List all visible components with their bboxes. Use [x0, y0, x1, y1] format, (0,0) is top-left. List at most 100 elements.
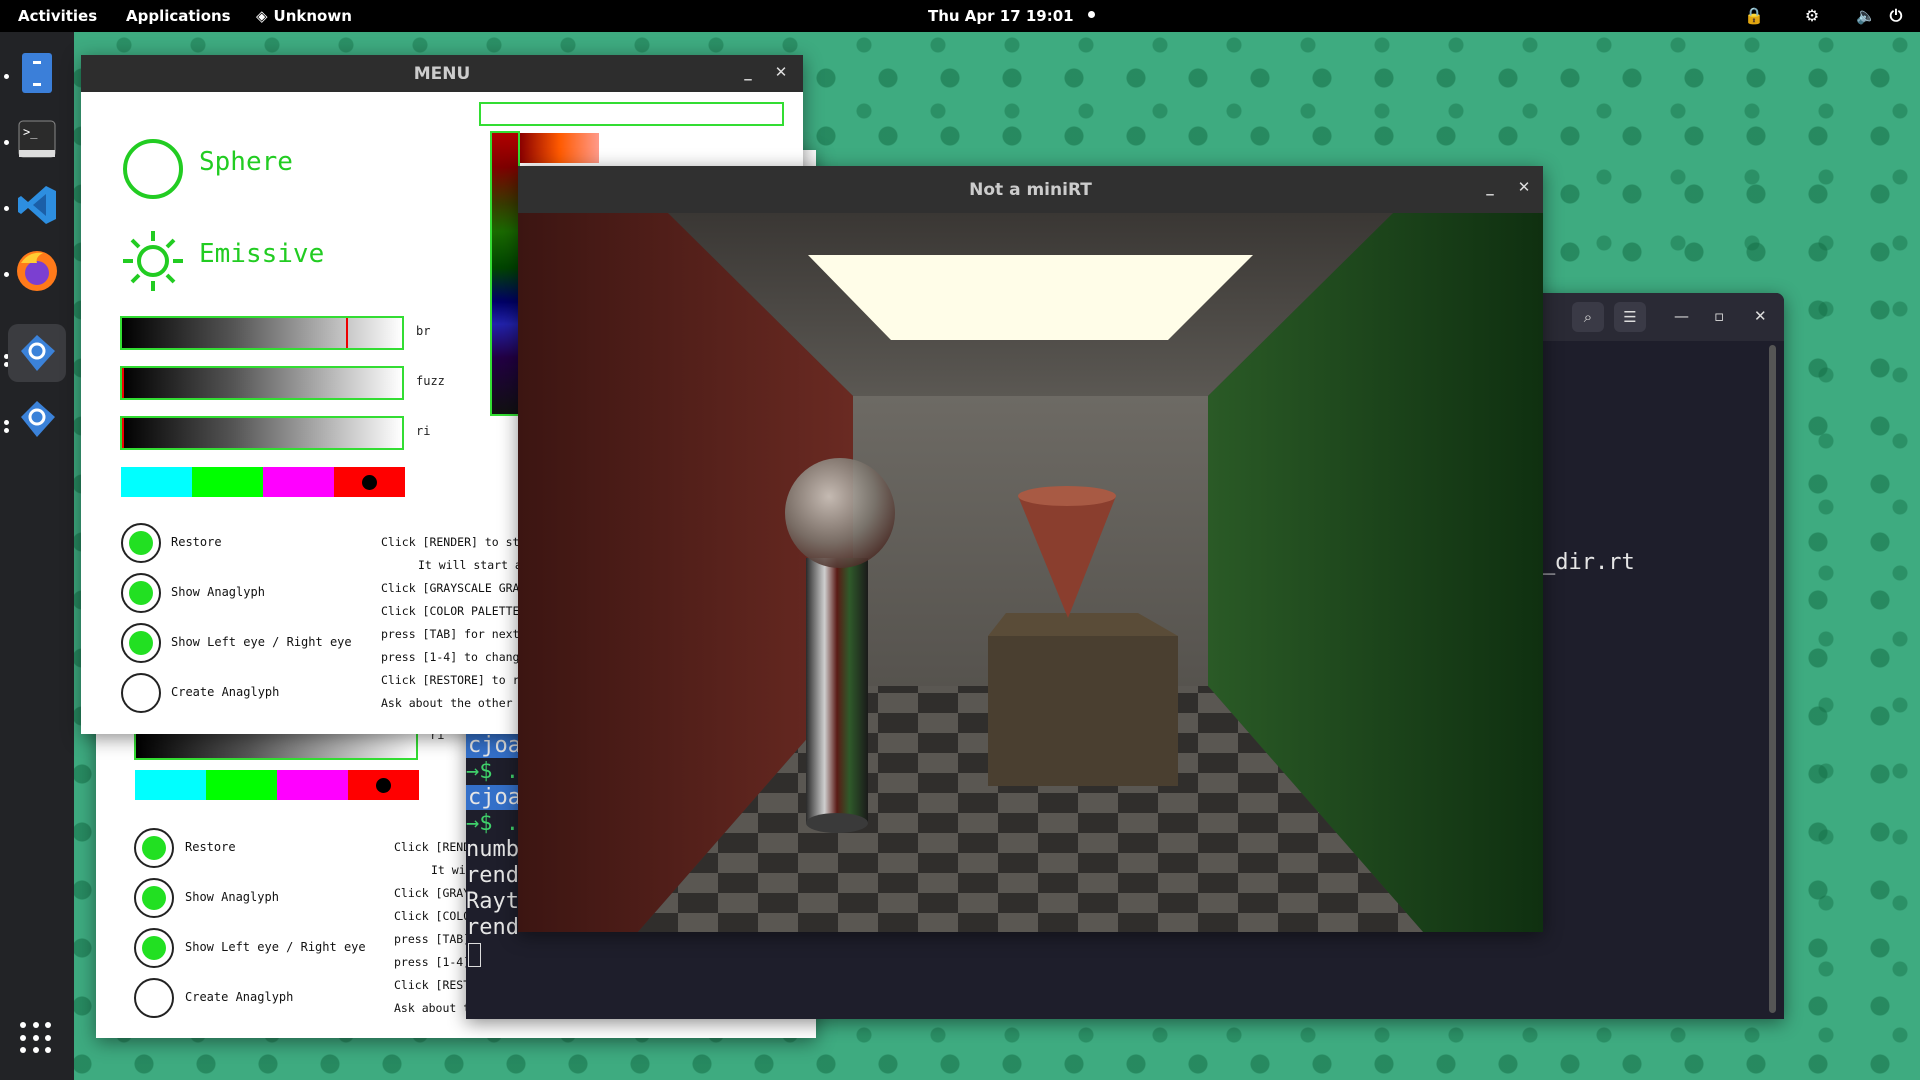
ri-slider[interactable] [120, 416, 404, 450]
help-line: press [TAB] [394, 932, 471, 946]
help-line: press [TAB] for next fi [381, 627, 541, 641]
sphere-icon[interactable] [121, 137, 185, 201]
render-window[interactable]: Not a miniRT _ ✕ [518, 166, 1543, 932]
cornell-box-render [518, 213, 1543, 932]
notification-dot [1088, 11, 1095, 18]
volume-icon[interactable]: 🔈 [1856, 6, 1876, 26]
minimize-icon[interactable]: _ [1480, 178, 1500, 196]
terminal-line: cjoa [466, 733, 523, 758]
show-anaglyph-radio[interactable] [121, 573, 161, 613]
terminal-line: cjoa [466, 785, 523, 810]
minirt-icon [21, 335, 55, 371]
material-label: Emissive [199, 239, 325, 269]
restore-radio-back[interactable] [134, 828, 174, 868]
create-anaglyph-radio-back[interactable] [134, 978, 174, 1018]
help-line: Click [COLOR [394, 909, 478, 923]
fuzz-label: fuzz [416, 374, 445, 388]
close-icon[interactable]: ✕ [771, 63, 791, 81]
applications-menu[interactable]: Applications [126, 7, 231, 25]
rendered-scene [518, 213, 1543, 932]
vscode-icon [18, 186, 56, 224]
option-label: Show Anaglyph [185, 890, 279, 904]
minimize-icon[interactable]: _ [738, 63, 758, 81]
terminal-line: rend [466, 915, 519, 940]
activities-button[interactable]: Activities [18, 7, 97, 25]
help-line: Click [GRAYSCALE GRADIE [381, 581, 541, 595]
color-gradient-picker[interactable] [490, 131, 520, 416]
shape-label: Sphere [199, 147, 293, 177]
minirt-icon-2 [21, 401, 55, 437]
palette-magenta[interactable] [263, 467, 334, 497]
settings-icon[interactable]: ⚙ [1802, 6, 1822, 26]
firefox-icon [17, 251, 57, 291]
palette-cyan[interactable] [121, 467, 192, 497]
terminal-line: →$ . [466, 811, 519, 836]
svg-text:>_: >_ [23, 125, 38, 139]
show-anaglyph-label: Show Anaglyph [171, 585, 265, 599]
show-eyes-radio[interactable] [121, 623, 161, 663]
help-line: press [1-4] to change m [381, 650, 541, 664]
focused-app-label: Unknown [273, 7, 352, 25]
search-icon[interactable]: ⌕ [1572, 302, 1604, 332]
terminal-filename: _dir.rt [1542, 550, 1635, 575]
terminal-line: →$ . [466, 759, 519, 784]
create-anaglyph-label: Create Anaglyph [171, 685, 280, 699]
sun-icon[interactable] [121, 229, 185, 293]
restore-radio[interactable] [121, 523, 161, 563]
terminal-app[interactable]: >_ [8, 110, 66, 168]
eyes-radio-back[interactable] [134, 928, 174, 968]
focused-app-menu[interactable]: ◈ Unknown [256, 7, 352, 25]
terminal-line: Rayt [466, 889, 519, 914]
help-line: Click [RESTO [394, 978, 478, 992]
br-slider[interactable] [120, 316, 404, 350]
minirt-app[interactable] [8, 324, 66, 382]
color-palette[interactable] [121, 467, 405, 497]
option-label: Create Anaglyph [185, 990, 294, 1004]
br-slider-handle[interactable] [346, 318, 348, 348]
maximize-icon[interactable]: ▫ [1714, 307, 1724, 325]
palette-selected-dot [362, 475, 377, 490]
clock[interactable]: Thu Apr 17 19:01 [928, 7, 1074, 25]
show-eyes-label: Show Left eye / Right eye [171, 635, 352, 649]
palette-red[interactable] [334, 467, 405, 497]
close-icon[interactable]: ✕ [1514, 178, 1534, 196]
fuzz-slider[interactable] [120, 366, 404, 400]
vscode-app[interactable] [8, 176, 66, 234]
terminal-scrollbar[interactable] [1769, 345, 1776, 1013]
firefox-app[interactable] [8, 242, 66, 300]
menu-titlebar[interactable]: MENU _ ✕ [81, 55, 803, 92]
help-line: Click [RESTORE] to rest [381, 673, 541, 687]
help-line: Click [COLOR PALETTE] t [381, 604, 541, 618]
anaglyph-radio-back[interactable] [134, 878, 174, 918]
menu-icon[interactable]: ☰ [1614, 302, 1646, 332]
terminal-line: numb [466, 837, 519, 862]
option-label: Show Left eye / Right eye [185, 940, 366, 954]
terminal-icon: >_ [18, 120, 56, 158]
create-anaglyph-radio[interactable] [121, 673, 161, 713]
color-input-field[interactable] [479, 102, 784, 126]
diamond-icon: ◈ [256, 7, 268, 25]
dock: >_ [0, 32, 74, 1080]
ri-slider-handle[interactable] [122, 418, 124, 448]
terminal-cursor [468, 943, 481, 967]
menu-title: MENU [413, 63, 471, 84]
lock-icon[interactable]: 🔒 [1744, 6, 1764, 26]
fuzz-slider-handle[interactable] [122, 368, 124, 398]
help-line: Ask about the other but [381, 696, 541, 710]
help-line: Click [GRAYS [394, 886, 478, 900]
help-line: Click [RENDER] to start [381, 535, 541, 549]
show-apps-icon[interactable] [20, 1022, 52, 1054]
palette-green[interactable] [192, 467, 263, 497]
minirt-app-2[interactable] [8, 390, 66, 448]
color-palette-back[interactable] [135, 770, 419, 800]
terminal-line: rend [466, 863, 519, 888]
color-gradient-strip[interactable] [520, 133, 599, 163]
files-app[interactable] [8, 44, 66, 102]
minimize-icon[interactable]: — [1674, 307, 1689, 325]
render-titlebar[interactable]: Not a miniRT _ ✕ [518, 166, 1543, 213]
close-icon[interactable]: ✕ [1754, 307, 1767, 325]
br-label: br [416, 324, 431, 338]
ri-label: ri [416, 424, 431, 438]
restore-label: Restore [171, 535, 222, 549]
power-icon[interactable]: ⏻ [1886, 6, 1906, 26]
